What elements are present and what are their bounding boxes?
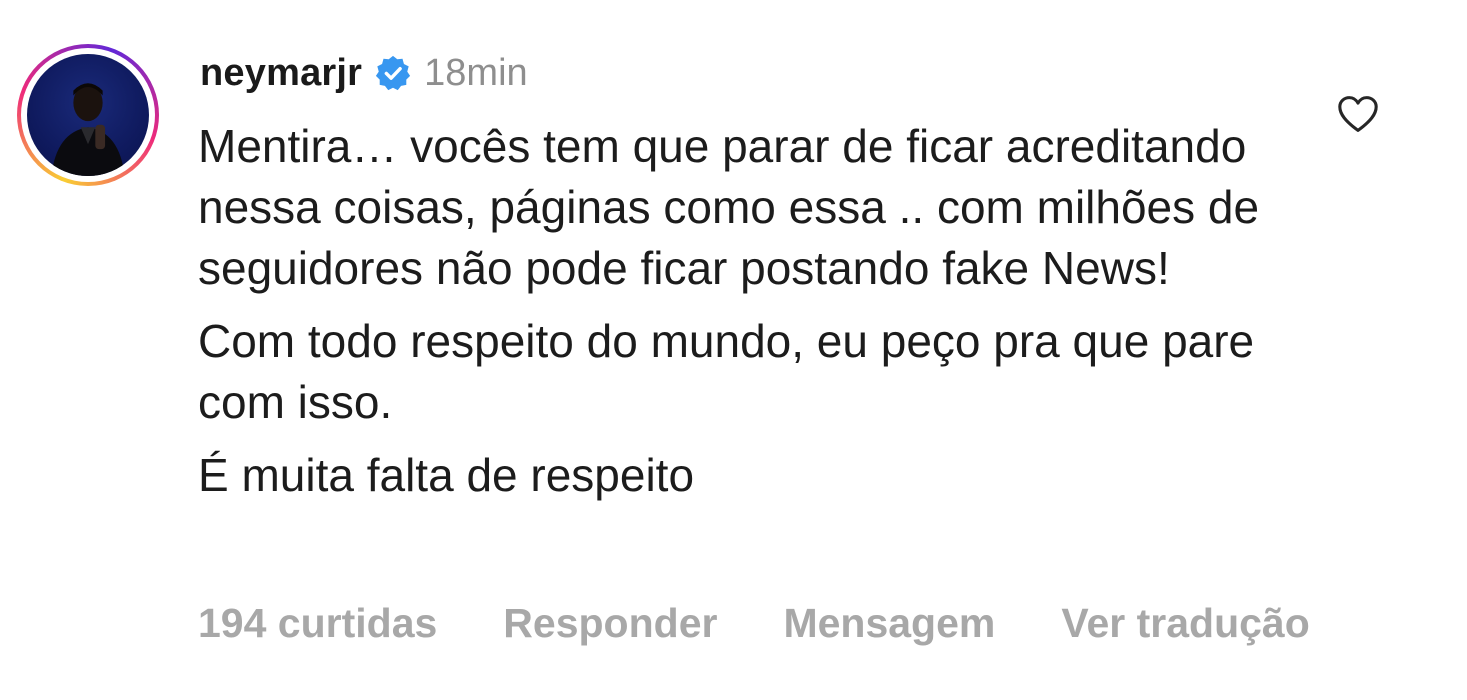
verified-badge-icon <box>376 55 411 91</box>
comment: neymarjr 18min Mentira… vocês tem que pa… <box>0 0 1467 700</box>
comment-paragraph: Com todo respeito do mundo, eu peço pra … <box>198 315 1255 428</box>
avatar-photo <box>51 83 125 176</box>
comment-header: neymarjr 18min <box>200 48 528 98</box>
comment-text: Mentira… vocês tem que parar de ficar ac… <box>198 116 1318 518</box>
reply-button[interactable]: Responder <box>503 600 717 647</box>
avatar-image <box>27 54 149 176</box>
timestamp: 18min <box>424 51 528 94</box>
username[interactable]: neymarjr <box>200 52 362 95</box>
heart-icon[interactable] <box>1336 94 1380 134</box>
comment-paragraph: Mentira… vocês tem que parar de ficar ac… <box>198 120 1260 294</box>
comment-paragraph: É muita falta de respeito <box>198 449 695 501</box>
avatar[interactable] <box>17 44 159 186</box>
see-translation-button[interactable]: Ver tradução <box>1061 600 1309 647</box>
comment-actions: 194 curtidas Responder Mensagem Ver trad… <box>198 600 1310 647</box>
likes-count-button[interactable]: 194 curtidas <box>198 600 437 647</box>
message-button[interactable]: Mensagem <box>783 600 995 647</box>
